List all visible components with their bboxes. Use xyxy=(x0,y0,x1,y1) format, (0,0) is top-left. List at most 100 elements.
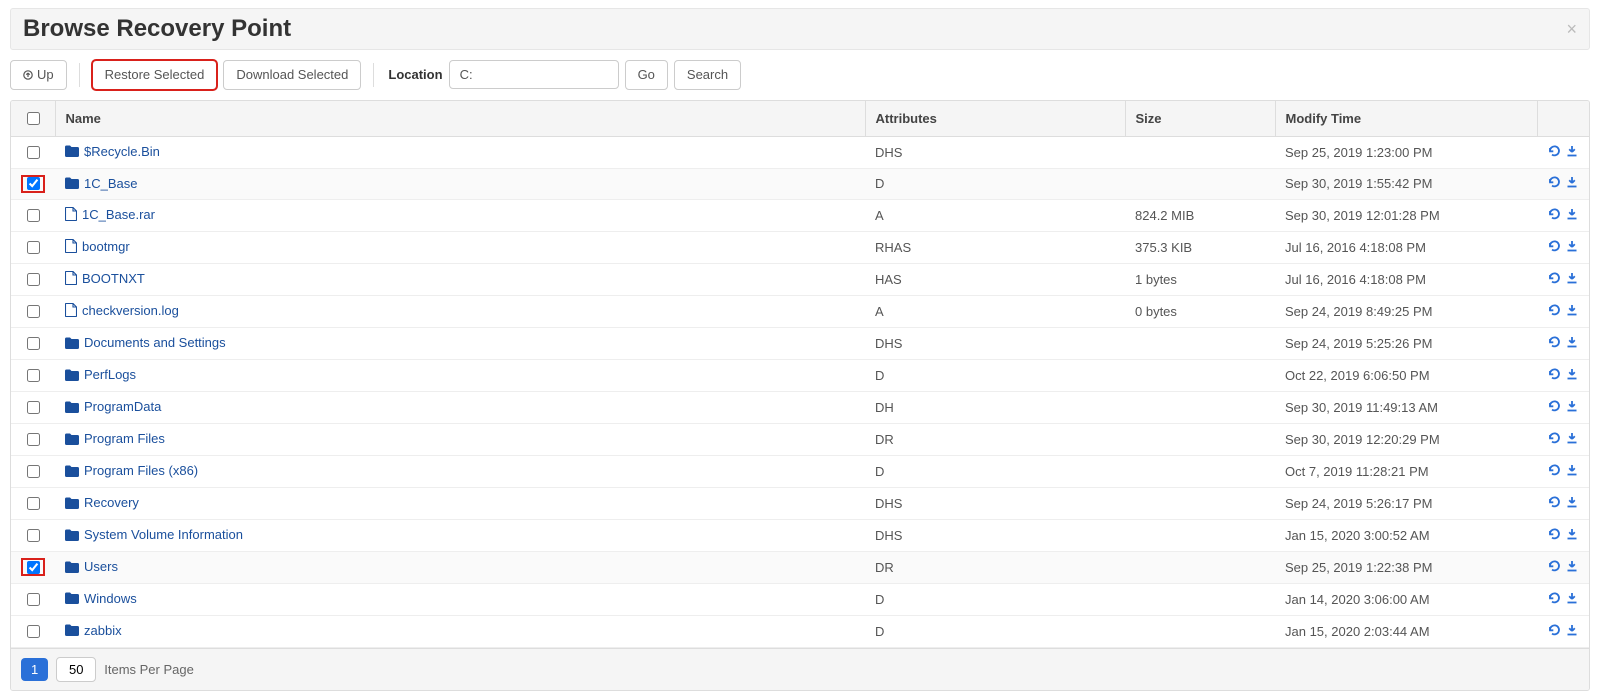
row-actions-cell xyxy=(1537,520,1589,552)
folder-icon xyxy=(65,592,79,604)
row-checkbox[interactable] xyxy=(27,593,40,606)
file-link[interactable]: BOOTNXT xyxy=(65,271,145,286)
close-icon[interactable]: × xyxy=(1566,19,1577,40)
download-icon[interactable] xyxy=(1565,623,1579,637)
row-modify-time: Sep 25, 2019 1:22:38 PM xyxy=(1275,552,1537,584)
page-number[interactable]: 1 xyxy=(21,658,48,681)
row-checkbox[interactable] xyxy=(27,146,40,159)
row-checkbox[interactable] xyxy=(27,529,40,542)
restore-icon[interactable] xyxy=(1547,431,1561,445)
restore-selected-label: Restore Selected xyxy=(105,67,205,83)
restore-icon[interactable] xyxy=(1547,367,1561,381)
restore-icon[interactable] xyxy=(1547,559,1561,573)
row-checkbox[interactable] xyxy=(27,369,40,382)
row-checkbox[interactable] xyxy=(27,497,40,510)
row-modify-time: Sep 30, 2019 12:01:28 PM xyxy=(1275,200,1537,232)
go-button[interactable]: Go xyxy=(625,60,668,90)
row-checkbox[interactable] xyxy=(27,433,40,446)
col-header-modify[interactable]: Modify Time xyxy=(1275,101,1537,137)
table-row: Documents and SettingsDHSSep 24, 2019 5:… xyxy=(11,328,1589,360)
download-icon[interactable] xyxy=(1565,431,1579,445)
row-checkbox[interactable] xyxy=(27,337,40,350)
file-link[interactable]: Users xyxy=(65,559,118,574)
row-checkbox-cell xyxy=(11,488,55,520)
file-link[interactable]: Recovery xyxy=(65,495,139,510)
restore-icon[interactable] xyxy=(1547,303,1561,317)
row-modify-time: Jan 14, 2020 3:06:00 AM xyxy=(1275,583,1537,615)
file-link[interactable]: System Volume Information xyxy=(65,527,243,542)
col-header-name[interactable]: Name xyxy=(55,101,865,137)
row-checkbox-cell xyxy=(11,615,55,647)
download-icon[interactable] xyxy=(1565,175,1579,189)
file-link[interactable]: Windows xyxy=(65,591,137,606)
restore-icon[interactable] xyxy=(1547,623,1561,637)
download-icon[interactable] xyxy=(1565,495,1579,509)
row-checkbox[interactable] xyxy=(27,401,40,414)
file-link[interactable]: Documents and Settings xyxy=(65,335,226,350)
row-checkbox[interactable] xyxy=(27,177,40,190)
restore-icon[interactable] xyxy=(1547,207,1561,221)
file-link[interactable]: checkversion.log xyxy=(65,303,179,318)
file-name: System Volume Information xyxy=(84,527,243,542)
download-icon[interactable] xyxy=(1565,463,1579,477)
download-icon[interactable] xyxy=(1565,207,1579,221)
download-icon[interactable] xyxy=(1565,144,1579,158)
col-header-size[interactable]: Size xyxy=(1125,101,1275,137)
restore-icon[interactable] xyxy=(1547,239,1561,253)
restore-icon[interactable] xyxy=(1547,527,1561,541)
file-icon xyxy=(65,271,77,285)
row-checkbox[interactable] xyxy=(27,241,40,254)
select-all-checkbox[interactable] xyxy=(27,112,40,125)
file-name: ProgramData xyxy=(84,399,161,414)
row-modify-time: Sep 30, 2019 1:55:42 PM xyxy=(1275,168,1537,200)
file-link[interactable]: bootmgr xyxy=(65,239,130,254)
file-link[interactable]: zabbix xyxy=(65,623,122,638)
download-icon[interactable] xyxy=(1565,239,1579,253)
file-link[interactable]: 1C_Base.rar xyxy=(65,207,155,222)
row-actions-cell xyxy=(1537,456,1589,488)
row-checkbox[interactable] xyxy=(27,305,40,318)
file-link[interactable]: Program Files xyxy=(65,431,165,446)
restore-icon[interactable] xyxy=(1547,144,1561,158)
row-checkbox[interactable] xyxy=(27,561,40,574)
restore-icon[interactable] xyxy=(1547,399,1561,413)
file-link[interactable]: $Recycle.Bin xyxy=(65,144,160,159)
restore-icon[interactable] xyxy=(1547,175,1561,189)
row-actions-cell xyxy=(1537,392,1589,424)
location-input[interactable] xyxy=(449,60,619,89)
row-name-cell: 1C_Base.rar xyxy=(55,200,865,232)
download-icon[interactable] xyxy=(1565,527,1579,541)
row-checkbox[interactable] xyxy=(27,625,40,638)
row-checkbox[interactable] xyxy=(27,465,40,478)
file-link[interactable]: ProgramData xyxy=(65,399,161,414)
row-checkbox[interactable] xyxy=(27,209,40,222)
restore-icon[interactable] xyxy=(1547,335,1561,349)
search-button-label: Search xyxy=(687,67,728,83)
up-button[interactable]: Up xyxy=(10,60,67,90)
search-button[interactable]: Search xyxy=(674,60,741,90)
table-row: BOOTNXTHAS1 bytesJul 16, 2016 4:18:08 PM xyxy=(11,264,1589,296)
file-link[interactable]: PerfLogs xyxy=(65,367,136,382)
row-checkbox[interactable] xyxy=(27,273,40,286)
restore-selected-button[interactable]: Restore Selected xyxy=(92,60,218,90)
restore-icon[interactable] xyxy=(1547,495,1561,509)
toolbar: Up Restore Selected Download Selected Lo… xyxy=(10,60,1590,90)
restore-icon[interactable] xyxy=(1547,271,1561,285)
download-icon[interactable] xyxy=(1565,303,1579,317)
file-link[interactable]: 1C_Base xyxy=(65,176,137,191)
restore-icon[interactable] xyxy=(1547,591,1561,605)
download-selected-button[interactable]: Download Selected xyxy=(223,60,361,90)
col-header-attributes[interactable]: Attributes xyxy=(865,101,1125,137)
download-icon[interactable] xyxy=(1565,559,1579,573)
table-row: checkversion.logA0 bytesSep 24, 2019 8:4… xyxy=(11,296,1589,328)
download-icon[interactable] xyxy=(1565,271,1579,285)
download-icon[interactable] xyxy=(1565,399,1579,413)
folder-icon xyxy=(65,624,79,636)
restore-icon[interactable] xyxy=(1547,463,1561,477)
row-actions xyxy=(1547,559,1579,573)
download-icon[interactable] xyxy=(1565,335,1579,349)
file-link[interactable]: Program Files (x86) xyxy=(65,463,198,478)
items-per-page-input[interactable] xyxy=(56,657,96,682)
download-icon[interactable] xyxy=(1565,591,1579,605)
download-icon[interactable] xyxy=(1565,367,1579,381)
